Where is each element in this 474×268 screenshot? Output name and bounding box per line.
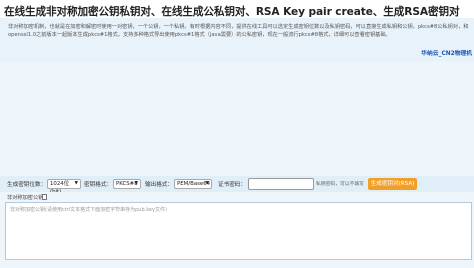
chevron-down-icon: ▼ (205, 181, 209, 186)
public-key-textarea[interactable]: 非对称加密公钥(请使用ctrl文本格式下面加密字符串存为pub.key文件) (5, 202, 472, 260)
format-label: 密钥格式： (84, 182, 112, 188)
description-text: 非对称加密机制，也就是在加密和解密时使用一对密钥，一个公钥，一个私钥。有时根据内… (8, 24, 469, 38)
content-area (0, 62, 474, 176)
description-panel: 非对称加密机制，也就是在加密和解密时使用一对密钥，一个公钥，一个私钥。有时根据内… (0, 18, 474, 62)
password-input[interactable] (248, 178, 314, 190)
public-key-placeholder: 非对称加密公钥(请使用ctrl文本格式下面加密字符串存为pub.key文件) (10, 207, 167, 213)
generate-keypair-button[interactable]: 生成密钥对(RSA) (368, 178, 417, 190)
password-label: 证书密码： (218, 182, 246, 188)
generator-toolbar: 生成密钥位数： 1024位(bit) ▼ 密钥格式： PKCS#8 ▼ 输出格式… (0, 176, 474, 195)
page-title: 在线生成非对称加密公钥私钥对、在线生成公私钥对、RSA Key pair cre… (4, 6, 460, 18)
format-select[interactable]: PKCS#8 ▼ (113, 179, 141, 189)
password-hint: 私钥密码，可以不填写 (316, 182, 364, 187)
sponsor-link[interactable]: 华纳云_CN2物理机 (421, 48, 472, 57)
output-format-select[interactable]: PEM/Base64 ▼ (174, 179, 212, 189)
chevron-down-icon: ▼ (74, 181, 78, 186)
keysize-select[interactable]: 1024位(bit) ▼ (47, 179, 81, 195)
chevron-down-icon: ▼ (134, 181, 138, 186)
public-key-panel: 非对称加密公钥 非对称加密公钥(请使用ctrl文本格式下面加密字符串存为pub.… (0, 192, 474, 268)
output-format-label: 输出格式： (145, 182, 173, 188)
public-key-label: 非对称加密公钥 (7, 195, 44, 201)
keysize-label: 生成密钥位数： (7, 182, 47, 188)
copy-icon[interactable] (42, 194, 47, 200)
